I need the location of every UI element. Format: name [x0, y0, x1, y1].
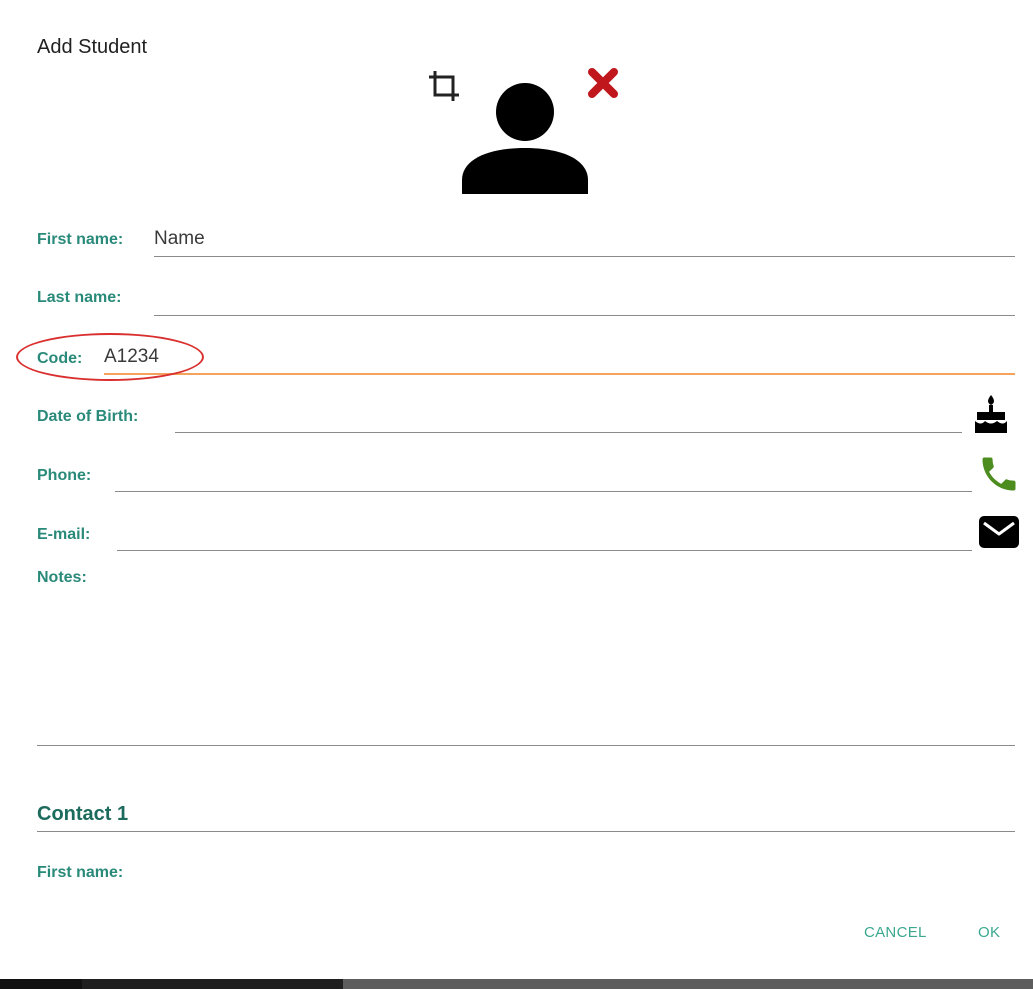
first-name-input[interactable]: Name	[154, 228, 205, 250]
system-bottom-bar	[0, 979, 1033, 989]
phone-underline	[115, 491, 972, 492]
bottom-bar-left-segment	[0, 979, 82, 989]
contact1-title: Contact 1	[37, 803, 129, 825]
close-icon[interactable]	[585, 65, 621, 101]
phone-icon[interactable]	[977, 452, 1021, 496]
first-name-underline	[154, 256, 1015, 257]
ok-button[interactable]: OK	[978, 924, 1000, 941]
last-name-underline	[154, 315, 1015, 316]
cancel-button[interactable]: CANCEL	[864, 924, 927, 941]
mail-icon[interactable]	[978, 515, 1020, 549]
crop-icon[interactable]	[425, 67, 465, 107]
contact1-first-name-label: First name:	[37, 864, 124, 881]
code-underline	[104, 373, 1015, 375]
person-icon[interactable]	[462, 76, 588, 194]
cake-icon[interactable]	[973, 393, 1009, 435]
phone-label: Phone:	[37, 467, 92, 484]
email-underline	[117, 550, 972, 551]
dob-underline	[175, 432, 962, 433]
code-highlight-ring	[16, 333, 204, 381]
dob-label: Date of Birth:	[37, 408, 139, 425]
email-label: E-mail:	[37, 526, 91, 543]
contact1-divider	[37, 831, 1015, 832]
notes-label: Notes:	[37, 569, 87, 586]
dialog-title: Add Student	[37, 36, 148, 58]
last-name-label: Last name:	[37, 289, 122, 306]
first-name-label: First name:	[37, 231, 124, 248]
notes-underline	[37, 745, 1015, 746]
notes-textarea[interactable]	[37, 600, 1015, 730]
